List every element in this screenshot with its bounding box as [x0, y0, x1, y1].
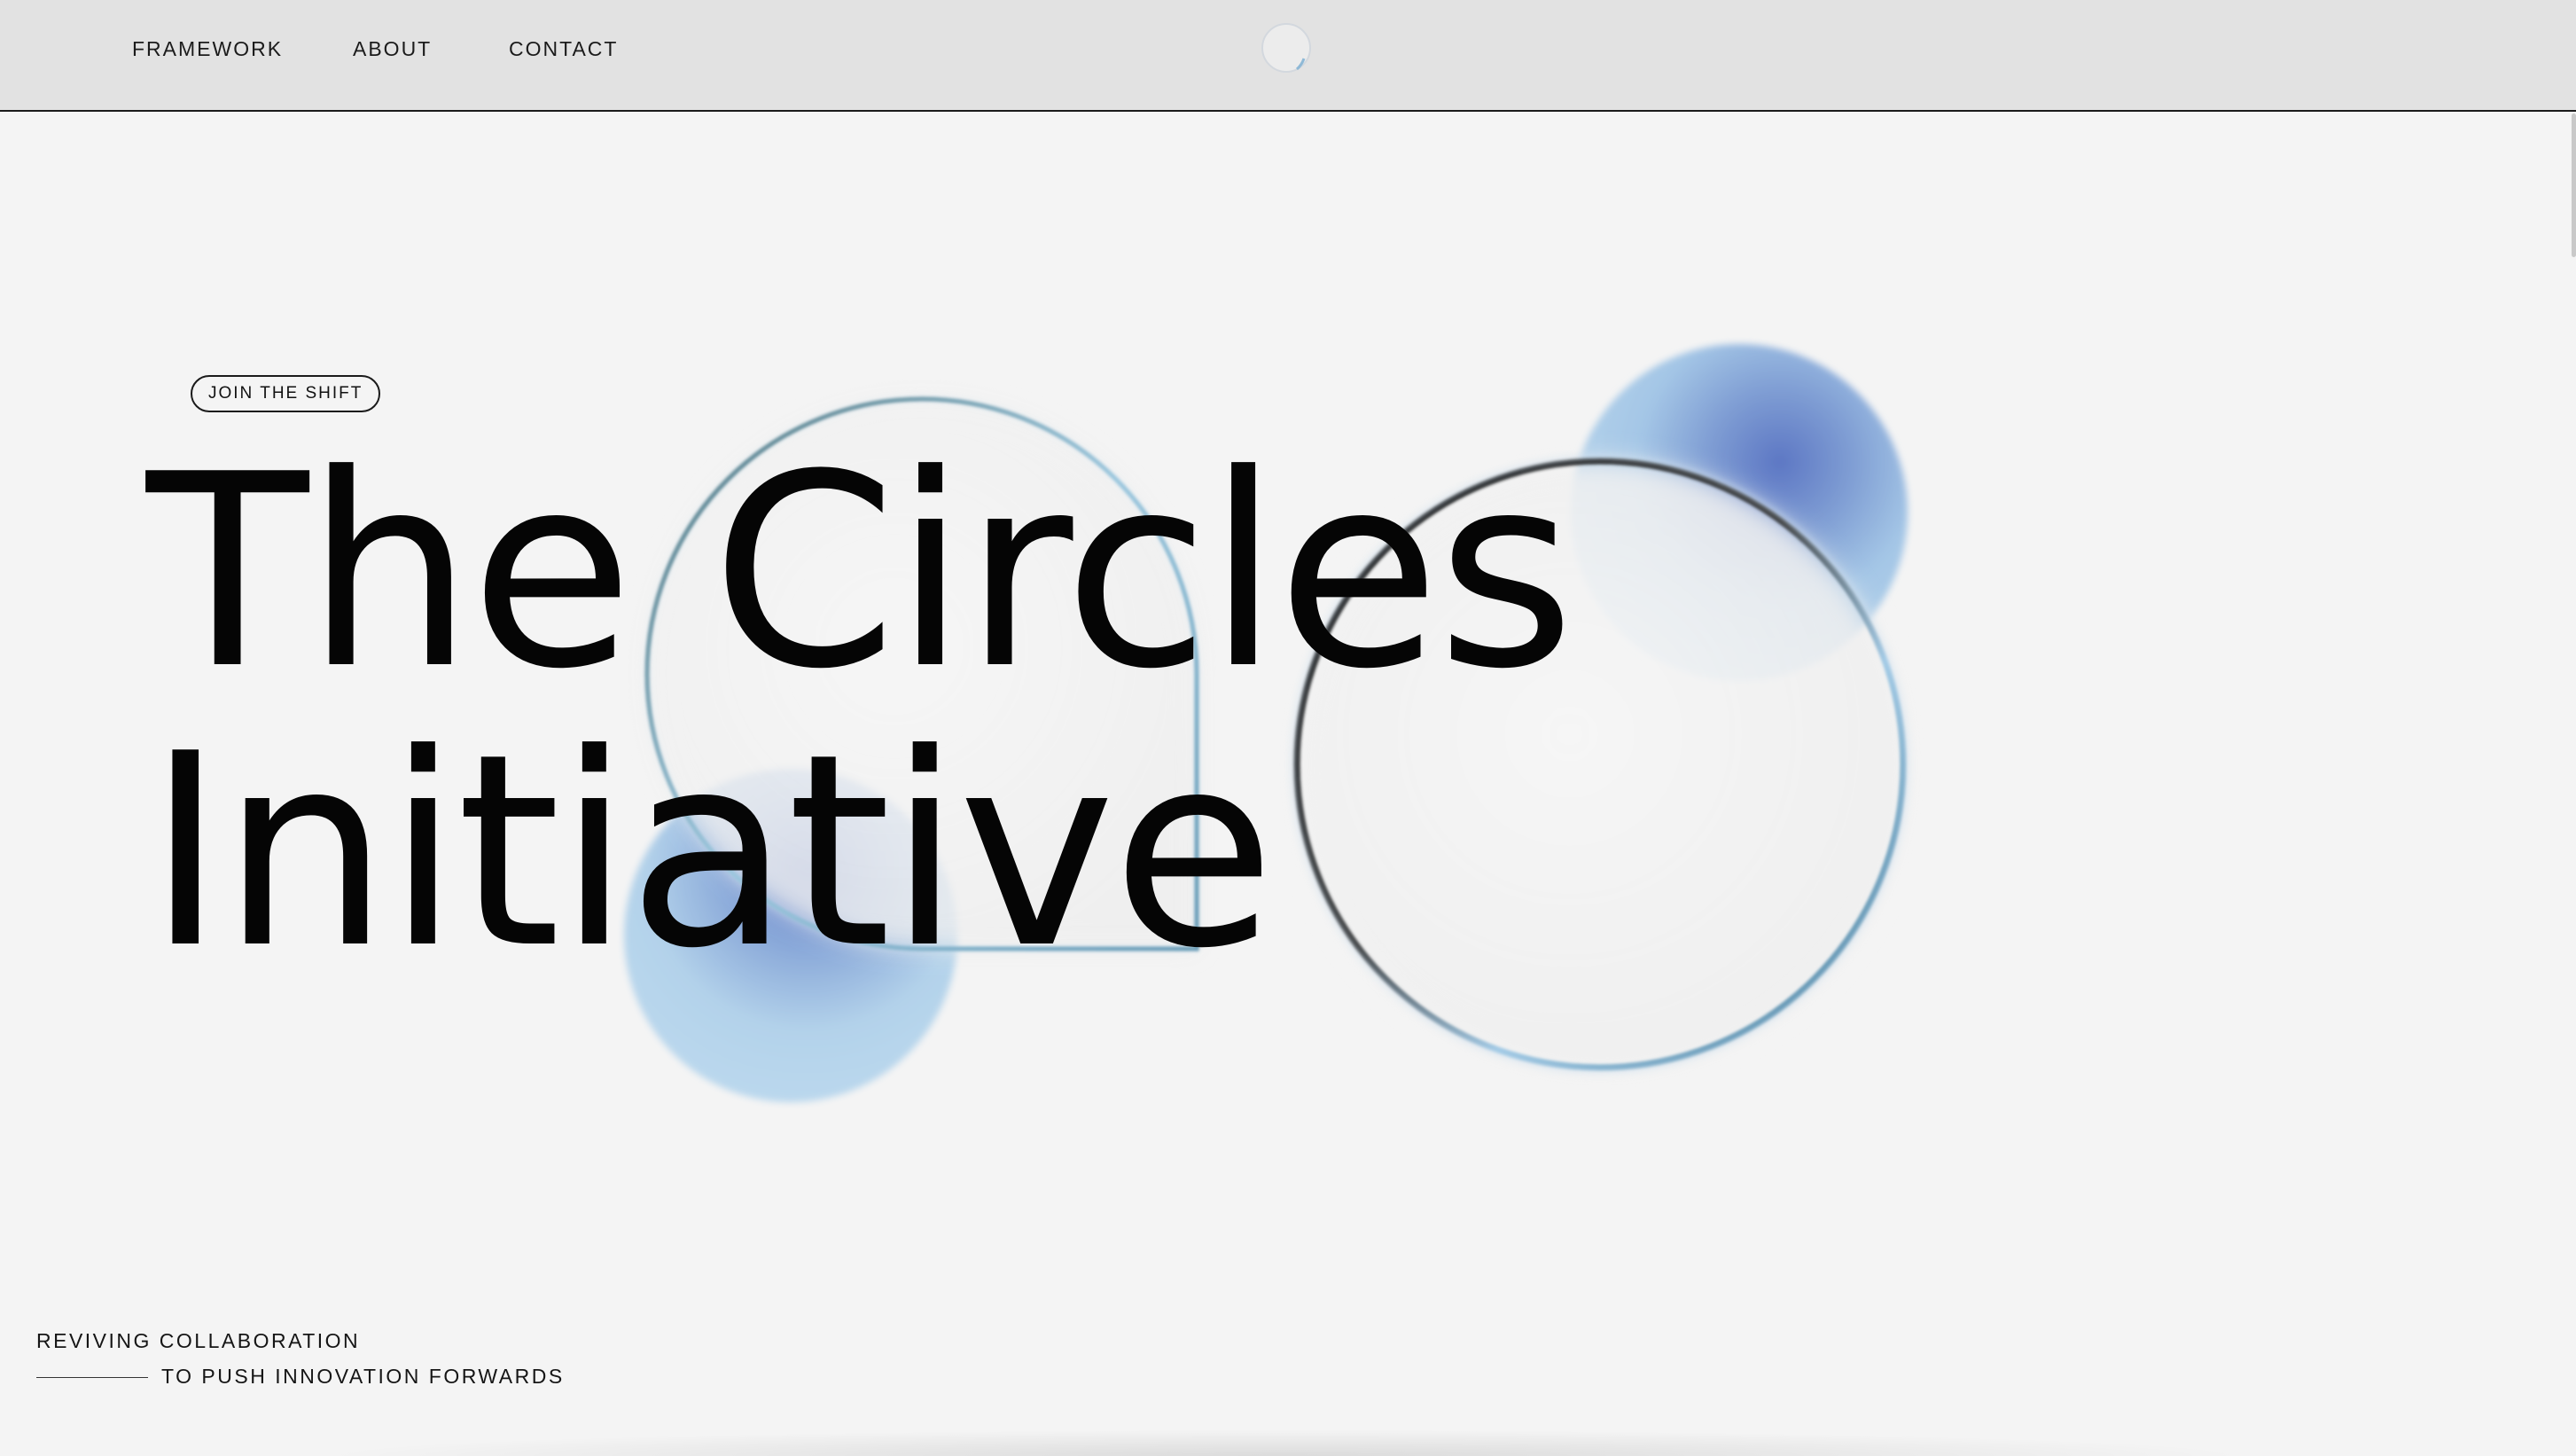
top-navigation-bar: FRAMEWORK ABOUT CONTACT	[0, 0, 2576, 112]
page: FRAMEWORK ABOUT CONTACT JOIN THE SHIFT T…	[0, 0, 2576, 1456]
tagline-divider	[36, 1377, 148, 1378]
bottom-shadow	[310, 1429, 2260, 1456]
tagline-line-1: REVIVING COLLABORATION	[36, 1329, 361, 1352]
hero-title: The Circles Initiative	[146, 418, 1575, 1006]
circle-logo-icon[interactable]	[1260, 21, 1313, 74]
join-the-shift-badge[interactable]: JOIN THE SHIFT	[191, 375, 381, 412]
nav-link-about[interactable]: ABOUT	[353, 37, 432, 61]
page-scrollbar[interactable]	[2571, 112, 2576, 1456]
nav-link-contact[interactable]: CONTACT	[509, 37, 618, 61]
scrollbar-thumb[interactable]	[2572, 114, 2576, 257]
hero-title-line-1: The Circles	[146, 418, 1575, 727]
hero-title-line-2: Initiative	[146, 697, 1276, 1006]
nav-link-framework[interactable]: FRAMEWORK	[132, 37, 283, 61]
tagline-line-2: TO PUSH INNOVATION FORWARDS	[161, 1365, 565, 1388]
